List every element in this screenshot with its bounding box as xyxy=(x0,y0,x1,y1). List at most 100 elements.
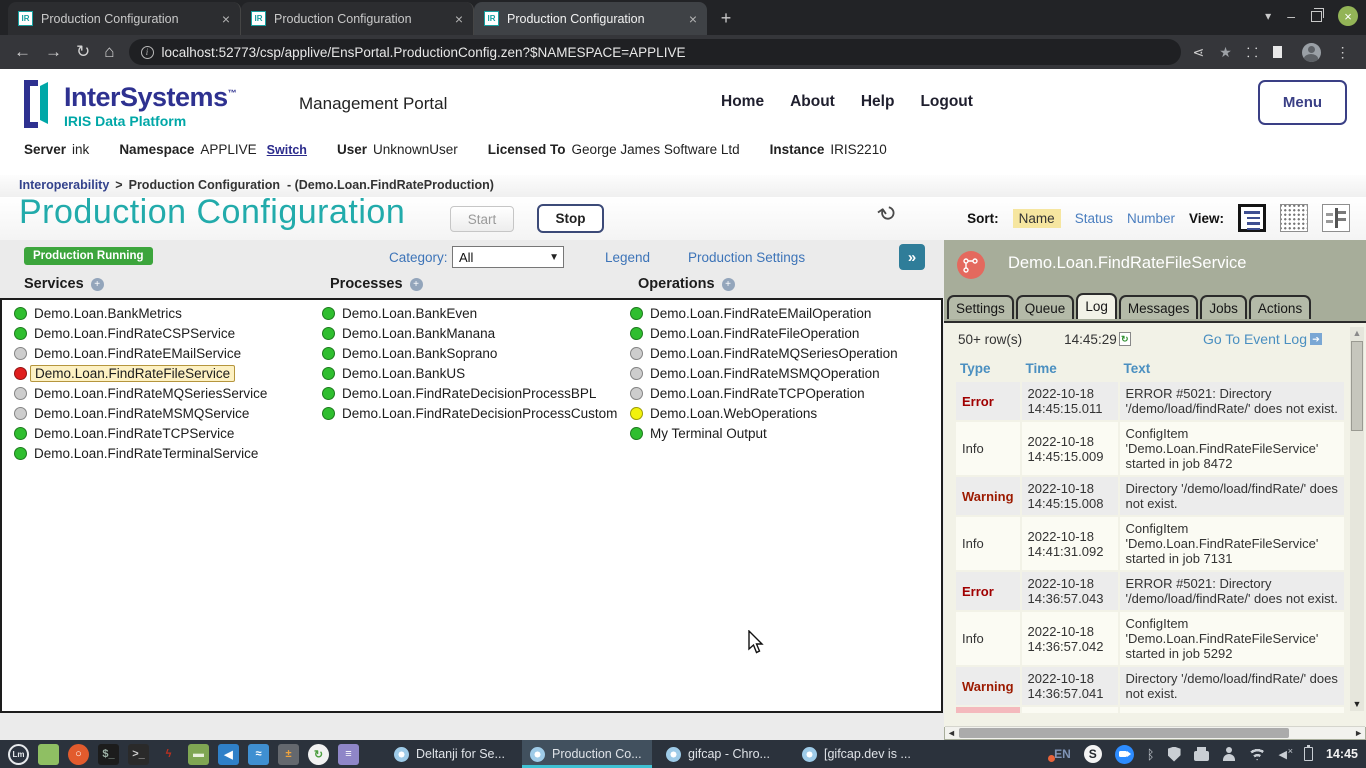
config-item-name[interactable]: Demo.Loan.FindRateMQSeriesOperation xyxy=(650,346,898,361)
taskbar-window-button[interactable]: gifcap - Chro... xyxy=(658,740,788,768)
config-item-name[interactable]: Demo.Loan.FindRateTCPService xyxy=(34,426,234,441)
new-tab-button[interactable]: + xyxy=(713,5,739,31)
config-item-name[interactable]: Demo.Loan.BankSoprano xyxy=(342,346,497,361)
vscroll-thumb[interactable] xyxy=(1351,341,1363,431)
bluetooth-icon[interactable]: ᛒ xyxy=(1147,747,1155,762)
skype-icon[interactable]: S xyxy=(1084,745,1102,763)
config-item-name[interactable]: Demo.Loan.FindRateDecisionProcessCustom xyxy=(342,406,617,421)
stop-button[interactable]: Stop xyxy=(537,204,604,233)
config-item[interactable]: Demo.Loan.BankEven xyxy=(322,303,622,323)
reload-icon[interactable]: ↻ xyxy=(76,42,90,62)
back-icon[interactable]: ← xyxy=(14,42,31,62)
zoom-camera-icon[interactable] xyxy=(1115,745,1134,764)
sort-status-option[interactable]: Status xyxy=(1075,211,1113,226)
taskbar-window-button[interactable]: Deltanji for Se... xyxy=(386,740,516,768)
log-row[interactable]: Warning 2022-10-1814:36:57.041 Directory… xyxy=(956,667,1344,705)
goto-event-log-link[interactable]: Go To Event Log ➔ xyxy=(1203,331,1322,347)
config-item[interactable]: Demo.Loan.BankUS xyxy=(322,363,622,383)
file-manager-icon[interactable]: ▬ xyxy=(188,744,209,765)
config-item-name[interactable]: Demo.Loan.BankEven xyxy=(342,306,477,321)
add-item-icon[interactable]: + xyxy=(722,278,735,291)
address-bar[interactable]: i localhost:52773/csp/applive/EnsPortal.… xyxy=(129,39,1181,65)
config-item-name[interactable]: Demo.Loan.FindRateEMailService xyxy=(34,346,241,361)
nav-home-link[interactable]: Home xyxy=(721,93,764,111)
text-editor-icon[interactable]: ≡ xyxy=(338,744,359,765)
show-desktop-icon[interactable] xyxy=(38,744,59,765)
vscode-icon[interactable]: ◀ xyxy=(218,744,239,765)
log-row[interactable]: Error 2022-10-1814:45:15.011 ERROR #5021… xyxy=(956,382,1344,420)
terminal-alt-icon[interactable]: >_ xyxy=(128,744,149,765)
sort-name-option[interactable]: Name xyxy=(1013,209,1061,228)
panel-tab-messages[interactable]: Messages xyxy=(1119,295,1199,319)
add-item-icon[interactable]: + xyxy=(91,278,104,291)
config-item-name[interactable]: My Terminal Output xyxy=(650,426,767,441)
window-close-button[interactable]: × xyxy=(1338,6,1358,26)
config-item-name[interactable]: Demo.Loan.FindRateMSMQOperation xyxy=(650,366,880,381)
log-row[interactable]: Warning 2022-10-1814:45:15.008 Directory… xyxy=(956,477,1344,515)
add-item-icon[interactable]: + xyxy=(410,278,423,291)
config-item-name[interactable]: Demo.Loan.FindRateMSMQService xyxy=(34,406,249,421)
log-refresh-icon[interactable]: ↻ xyxy=(1119,332,1131,346)
config-item-name[interactable]: Demo.Loan.FindRateDecisionProcessBPL xyxy=(342,386,596,401)
config-item-name[interactable]: Demo.Loan.BankManana xyxy=(342,326,495,341)
printer-icon[interactable] xyxy=(1194,751,1209,761)
panel-tab-jobs[interactable]: Jobs xyxy=(1200,295,1247,319)
log-row[interactable]: Info 2022-10-1814:45:15.009 ConfigItem '… xyxy=(956,422,1344,475)
config-item-name[interactable]: Demo.Loan.FindRateTCPOperation xyxy=(650,386,865,401)
log-header-text[interactable]: Text xyxy=(1120,359,1344,380)
taskbar-clock[interactable]: 14:45 xyxy=(1326,747,1358,761)
config-item-name[interactable]: Demo.Loan.FindRateCSPService xyxy=(34,326,235,341)
orange-app-icon[interactable]: ○ xyxy=(68,744,89,765)
config-item[interactable]: Demo.Loan.FindRateMQSeriesOperation xyxy=(630,343,930,363)
config-item[interactable]: Demo.Loan.FindRateTerminalService xyxy=(14,443,314,463)
calculator-icon[interactable]: ± xyxy=(278,744,299,765)
terminal-icon[interactable]: $_ xyxy=(98,744,119,765)
update-manager-icon[interactable]: ↻ xyxy=(308,744,329,765)
url-text[interactable]: localhost:52773/csp/applive/EnsPortal.Pr… xyxy=(162,45,686,60)
home-icon[interactable]: ⌂ xyxy=(104,42,114,62)
config-item-name[interactable]: Demo.Loan.WebOperations xyxy=(650,406,817,421)
config-item[interactable]: Demo.Loan.WebOperations xyxy=(630,403,930,423)
hscroll-thumb[interactable] xyxy=(959,728,1289,738)
share-icon[interactable]: ⋖ xyxy=(1193,44,1205,61)
scroll-down-icon[interactable]: ▼ xyxy=(1350,698,1364,711)
forward-icon[interactable]: → xyxy=(45,42,62,62)
wifi-icon[interactable] xyxy=(1249,748,1266,761)
view-grid-icon[interactable] xyxy=(1280,204,1308,232)
mint-menu-icon[interactable]: Lm xyxy=(8,744,29,765)
menu-button[interactable]: Menu xyxy=(1258,80,1347,125)
panel-tab-log[interactable]: Log xyxy=(1076,293,1117,319)
browser-tab[interactable]: IR Production Configuration × xyxy=(241,2,474,35)
production-settings-link[interactable]: Production Settings xyxy=(688,250,805,265)
config-item[interactable]: Demo.Loan.FindRateTCPService xyxy=(14,423,314,443)
browser-tab[interactable]: IR Production Configuration × xyxy=(474,2,707,35)
config-item[interactable]: Demo.Loan.FindRateDecisionProcessBPL xyxy=(322,383,622,403)
config-item[interactable]: Demo.Loan.FindRateEMailOperation xyxy=(630,303,930,323)
config-item[interactable]: Demo.Loan.BankMetrics xyxy=(14,303,314,323)
switch-link[interactable]: Switch xyxy=(267,143,307,157)
log-row[interactable]: Error 2022-10-18 ERROR #5021: Directory xyxy=(956,707,1344,713)
bookmark-star-icon[interactable]: ★ xyxy=(1219,44,1232,61)
nav-logout-link[interactable]: Logout xyxy=(920,93,973,111)
battery-icon[interactable] xyxy=(1304,747,1313,761)
tab-search-chevron-icon[interactable]: ▾ xyxy=(1265,9,1271,23)
view-list-icon[interactable] xyxy=(1238,204,1266,232)
log-row[interactable]: Info 2022-10-1814:41:31.092 ConfigItem '… xyxy=(956,517,1344,570)
panel-vertical-scrollbar[interactable]: ▲ ▼ xyxy=(1350,327,1364,711)
config-item[interactable]: Demo.Loan.FindRateFileService xyxy=(14,363,314,383)
nav-help-link[interactable]: Help xyxy=(861,93,895,111)
breadcrumb-interoperability-link[interactable]: Interoperability xyxy=(19,178,109,192)
profile-avatar[interactable] xyxy=(1302,43,1321,62)
language-indicator[interactable]: EN xyxy=(1054,747,1071,761)
view-split-icon[interactable] xyxy=(1322,204,1350,232)
user-tray-icon[interactable] xyxy=(1222,747,1236,761)
minimize-button[interactable]: – xyxy=(1287,8,1295,24)
panel-tab-queue[interactable]: Queue xyxy=(1016,295,1075,319)
config-item-name[interactable]: Demo.Loan.BankMetrics xyxy=(34,306,182,321)
panel-tab-settings[interactable]: Settings xyxy=(947,295,1014,319)
log-header-time[interactable]: Time xyxy=(1022,359,1118,380)
scroll-right-icon[interactable]: ► xyxy=(1354,727,1363,740)
config-item[interactable]: Demo.Loan.FindRateTCPOperation xyxy=(630,383,930,403)
start-button[interactable]: Start xyxy=(450,206,514,232)
tab-close-icon[interactable]: × xyxy=(689,11,697,27)
